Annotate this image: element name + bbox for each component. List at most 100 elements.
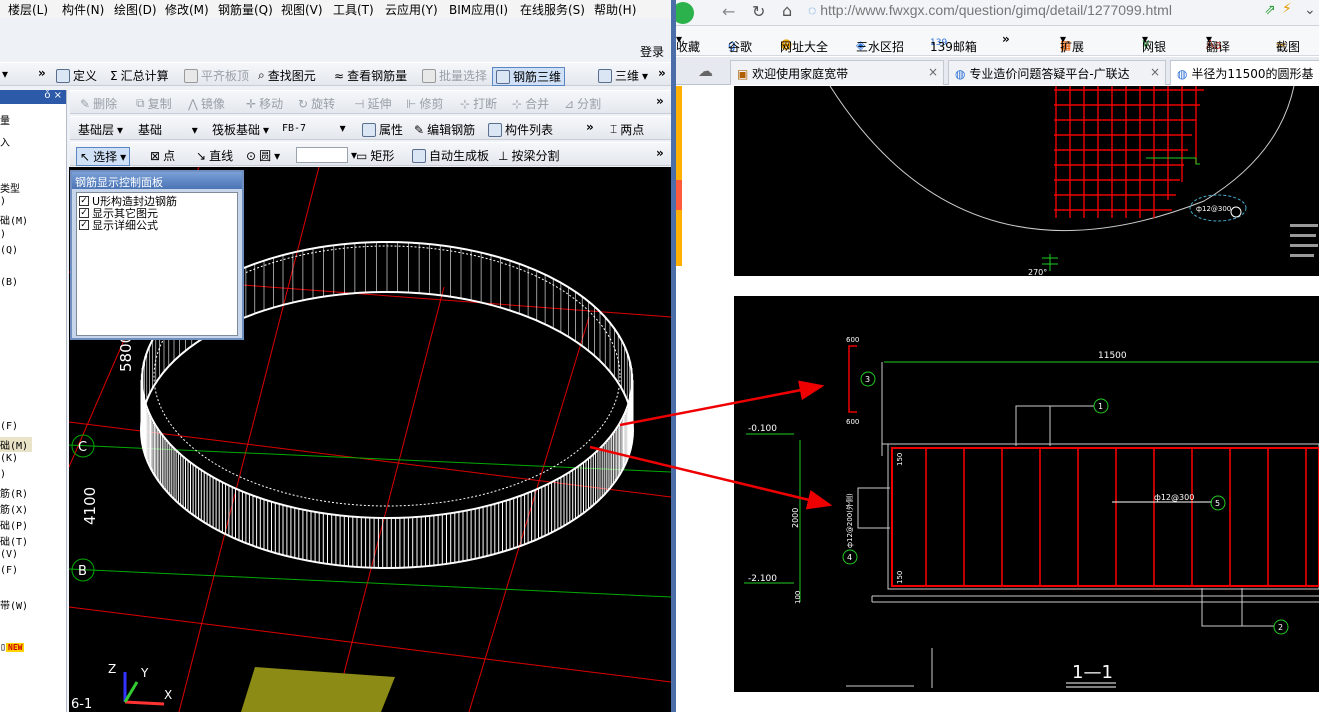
circle-dropdown[interactable]: ⊙ 圆 ▾ xyxy=(246,147,280,164)
tree-item-selected[interactable]: 础(M) xyxy=(0,437,32,452)
code-select[interactable]: FB-7 ▾ xyxy=(282,121,346,135)
point-button[interactable]: ⊠ 点 xyxy=(150,147,175,164)
rotate-button[interactable]: ↻ 旋转 xyxy=(298,95,335,112)
trim-button[interactable]: ⊩ 修剪 xyxy=(406,95,443,112)
tree-item[interactable]: (F) xyxy=(0,421,18,432)
overflow-chevron-icon[interactable]: » xyxy=(658,66,666,80)
tree-item[interactable]: ) xyxy=(0,469,6,480)
bookmark-favorites[interactable]: 收藏 ▾ xyxy=(676,32,700,54)
tree-item[interactable]: (Q) xyxy=(0,245,18,256)
edit-rebar-button[interactable]: ✎ 编辑钢筋 xyxy=(414,121,475,138)
bookmark-translate[interactable]: Aa 翻译 ▾ xyxy=(1206,32,1230,54)
sum-calc-button[interactable]: Σ 汇总计算 xyxy=(110,67,169,84)
tree-item[interactable]: (V) xyxy=(0,549,18,560)
layer-select[interactable]: 基础层 ▾ xyxy=(78,121,123,138)
subtype-select[interactable]: 筏板基础 ▾ xyxy=(212,121,269,138)
tree-item[interactable]: ) xyxy=(0,196,6,207)
circle-param-select[interactable]: ▾ xyxy=(296,147,357,163)
tree-item[interactable]: 带(W) xyxy=(0,597,28,612)
section-rebars xyxy=(925,448,1307,586)
merge-button[interactable]: ⊹ 合并 xyxy=(512,95,549,112)
menu-rebar[interactable]: 钢筋量(Q) xyxy=(218,1,273,18)
tree-item-new[interactable]: ▯ NEW xyxy=(0,642,25,653)
rebar-label: ф12@300 xyxy=(1196,205,1231,213)
dropdown-chevron-icon[interactable]: ▾ xyxy=(2,67,8,81)
tree-item[interactable]: 入 xyxy=(0,134,10,149)
tree-item[interactable]: (B) xyxy=(0,277,18,288)
tab-glodon-qa[interactable]: ◍ 专业造价问题答疑平台-广联达 × xyxy=(948,60,1166,85)
bookmarks-bar: 收藏 ▾ g 谷歌 ☻ 网址大全 ◈ 三水区招 139 139邮箱 » ▦ 扩展 … xyxy=(676,26,1319,56)
tab-circular-foundation[interactable]: ◍ 半径为11500的圆形基 xyxy=(1170,60,1319,85)
url-input[interactable]: ◌ http://www.fwxgx.com/question/gimq/det… xyxy=(808,2,1268,22)
find-element-button[interactable]: ⌕ 查找图元 xyxy=(258,67,316,84)
select-button[interactable]: ↖ 选择 ▾ xyxy=(76,147,131,166)
tree-item[interactable]: (K) xyxy=(0,453,18,464)
two-point-button[interactable]: ⌶ 两点 xyxy=(610,121,644,138)
tree-item[interactable]: 筋(X) xyxy=(0,501,28,516)
menu-draw[interactable]: 绘图(D) xyxy=(114,1,157,18)
tree-item[interactable]: 础(M) xyxy=(0,212,28,227)
view-3d-dropdown[interactable]: 三维 ▾ xyxy=(598,67,648,84)
more-bookmarks-icon[interactable]: » xyxy=(1002,32,1010,46)
delete-button[interactable]: ✎ 删除 xyxy=(80,95,117,112)
refresh-icon[interactable]: ↻ xyxy=(752,2,765,21)
tree-item[interactable]: 类型 xyxy=(0,180,20,195)
menu-view[interactable]: 视图(V) xyxy=(281,1,323,18)
tree-item[interactable]: ) xyxy=(0,229,6,240)
back-icon[interactable]: ← xyxy=(722,2,735,21)
component-list-button[interactable]: 构件列表 xyxy=(488,121,553,138)
tab-home-broadband[interactable]: ▣ 欢迎使用家庭宽带 × xyxy=(730,60,944,85)
dropdown-icon[interactable]: ⌄ xyxy=(1304,2,1316,18)
flat-top-button[interactable]: 平齐板顶 xyxy=(184,67,249,84)
rebar-display-control-panel[interactable]: 钢筋显示控制面板 ✓ U形构造封边钢筋 ✓ 显示其它图元 ✓ 显示详细公式 xyxy=(70,170,244,340)
panel-header[interactable]: ǒ × xyxy=(0,90,66,104)
home-icon[interactable]: ⌂ xyxy=(782,1,792,20)
menu-modify[interactable]: 修改(M) xyxy=(165,1,209,18)
rotate-icon: ↻ xyxy=(298,96,309,111)
tree-item[interactable]: 量 xyxy=(0,112,10,127)
bookmark-bank[interactable]: ¥ 网银 ▾ xyxy=(1142,32,1166,54)
menu-floor[interactable]: 楼层(L) xyxy=(8,1,48,18)
bookmark-extensions[interactable]: ▦ 扩展 ▾ xyxy=(1060,32,1084,54)
address-bar-row: ← ↻ ⌂ ◌ http://www.fwxgx.com/question/gi… xyxy=(676,0,1319,26)
rebar-3d-button[interactable]: 钢筋三维 xyxy=(492,67,566,86)
overflow-chevron-icon[interactable]: » xyxy=(38,66,46,80)
tree-item[interactable]: 筋(R) xyxy=(0,485,28,500)
mirror-button[interactable]: ⋀ 镜像 xyxy=(188,95,225,112)
menu-component[interactable]: 构件(N) xyxy=(62,1,104,18)
auto-gen-slab-button[interactable]: 自动生成板 xyxy=(412,147,489,164)
type-select[interactable]: 基础 ▾ xyxy=(138,121,198,138)
define-button[interactable]: 定义 xyxy=(56,67,97,84)
menu-help[interactable]: 帮助(H) xyxy=(594,1,636,18)
tree-item[interactable]: 础(T) xyxy=(0,533,28,548)
split-by-beam-button[interactable]: ⊥ 按梁分割 xyxy=(498,147,559,164)
menu-cloud[interactable]: 云应用(Y) xyxy=(385,1,438,18)
split-icon: ⊿ xyxy=(564,96,575,111)
batch-select-button[interactable]: 批量选择 xyxy=(422,67,487,84)
close-icon[interactable]: × xyxy=(928,65,938,79)
properties-button[interactable]: 属性 xyxy=(362,121,403,138)
menu-online[interactable]: 在线服务(S) xyxy=(520,1,585,18)
cloud-icon[interactable]: ☁ xyxy=(698,62,713,80)
line-button[interactable]: ↘ 直线 xyxy=(196,147,233,164)
lightning-icon[interactable]: ⚡ xyxy=(1282,1,1292,17)
login-link[interactable]: 登录 xyxy=(640,43,664,60)
overflow-chevron-icon[interactable]: » xyxy=(656,94,664,108)
rect-button[interactable]: ▭ 矩形 xyxy=(356,147,394,164)
menu-bim[interactable]: BIM应用(I) xyxy=(449,1,508,18)
view-rebar-button[interactable]: ≈ 查看钢筋量 xyxy=(334,67,407,84)
break-button[interactable]: ⊹ 打断 xyxy=(460,95,497,112)
copy-button[interactable]: ⧉ 复制 xyxy=(136,95,172,112)
tree-item[interactable]: (F) xyxy=(0,565,18,576)
tree-item[interactable]: 础(P) xyxy=(0,517,28,532)
overflow-chevron-icon[interactable]: » xyxy=(656,146,664,160)
checkbox-show-formula[interactable]: ✓ 显示详细公式 xyxy=(79,219,235,232)
close-icon[interactable]: × xyxy=(1150,65,1160,79)
overflow-chevron-icon[interactable]: » xyxy=(586,120,594,134)
share-icon[interactable]: ⇗ xyxy=(1264,2,1276,18)
check-icon: ✓ xyxy=(79,208,89,218)
move-button[interactable]: ✛ 移动 xyxy=(246,95,283,112)
extend-button[interactable]: ⊣ 延伸 xyxy=(354,95,391,112)
menu-tools[interactable]: 工具(T) xyxy=(333,1,374,18)
split-button[interactable]: ⊿ 分割 xyxy=(564,95,601,112)
